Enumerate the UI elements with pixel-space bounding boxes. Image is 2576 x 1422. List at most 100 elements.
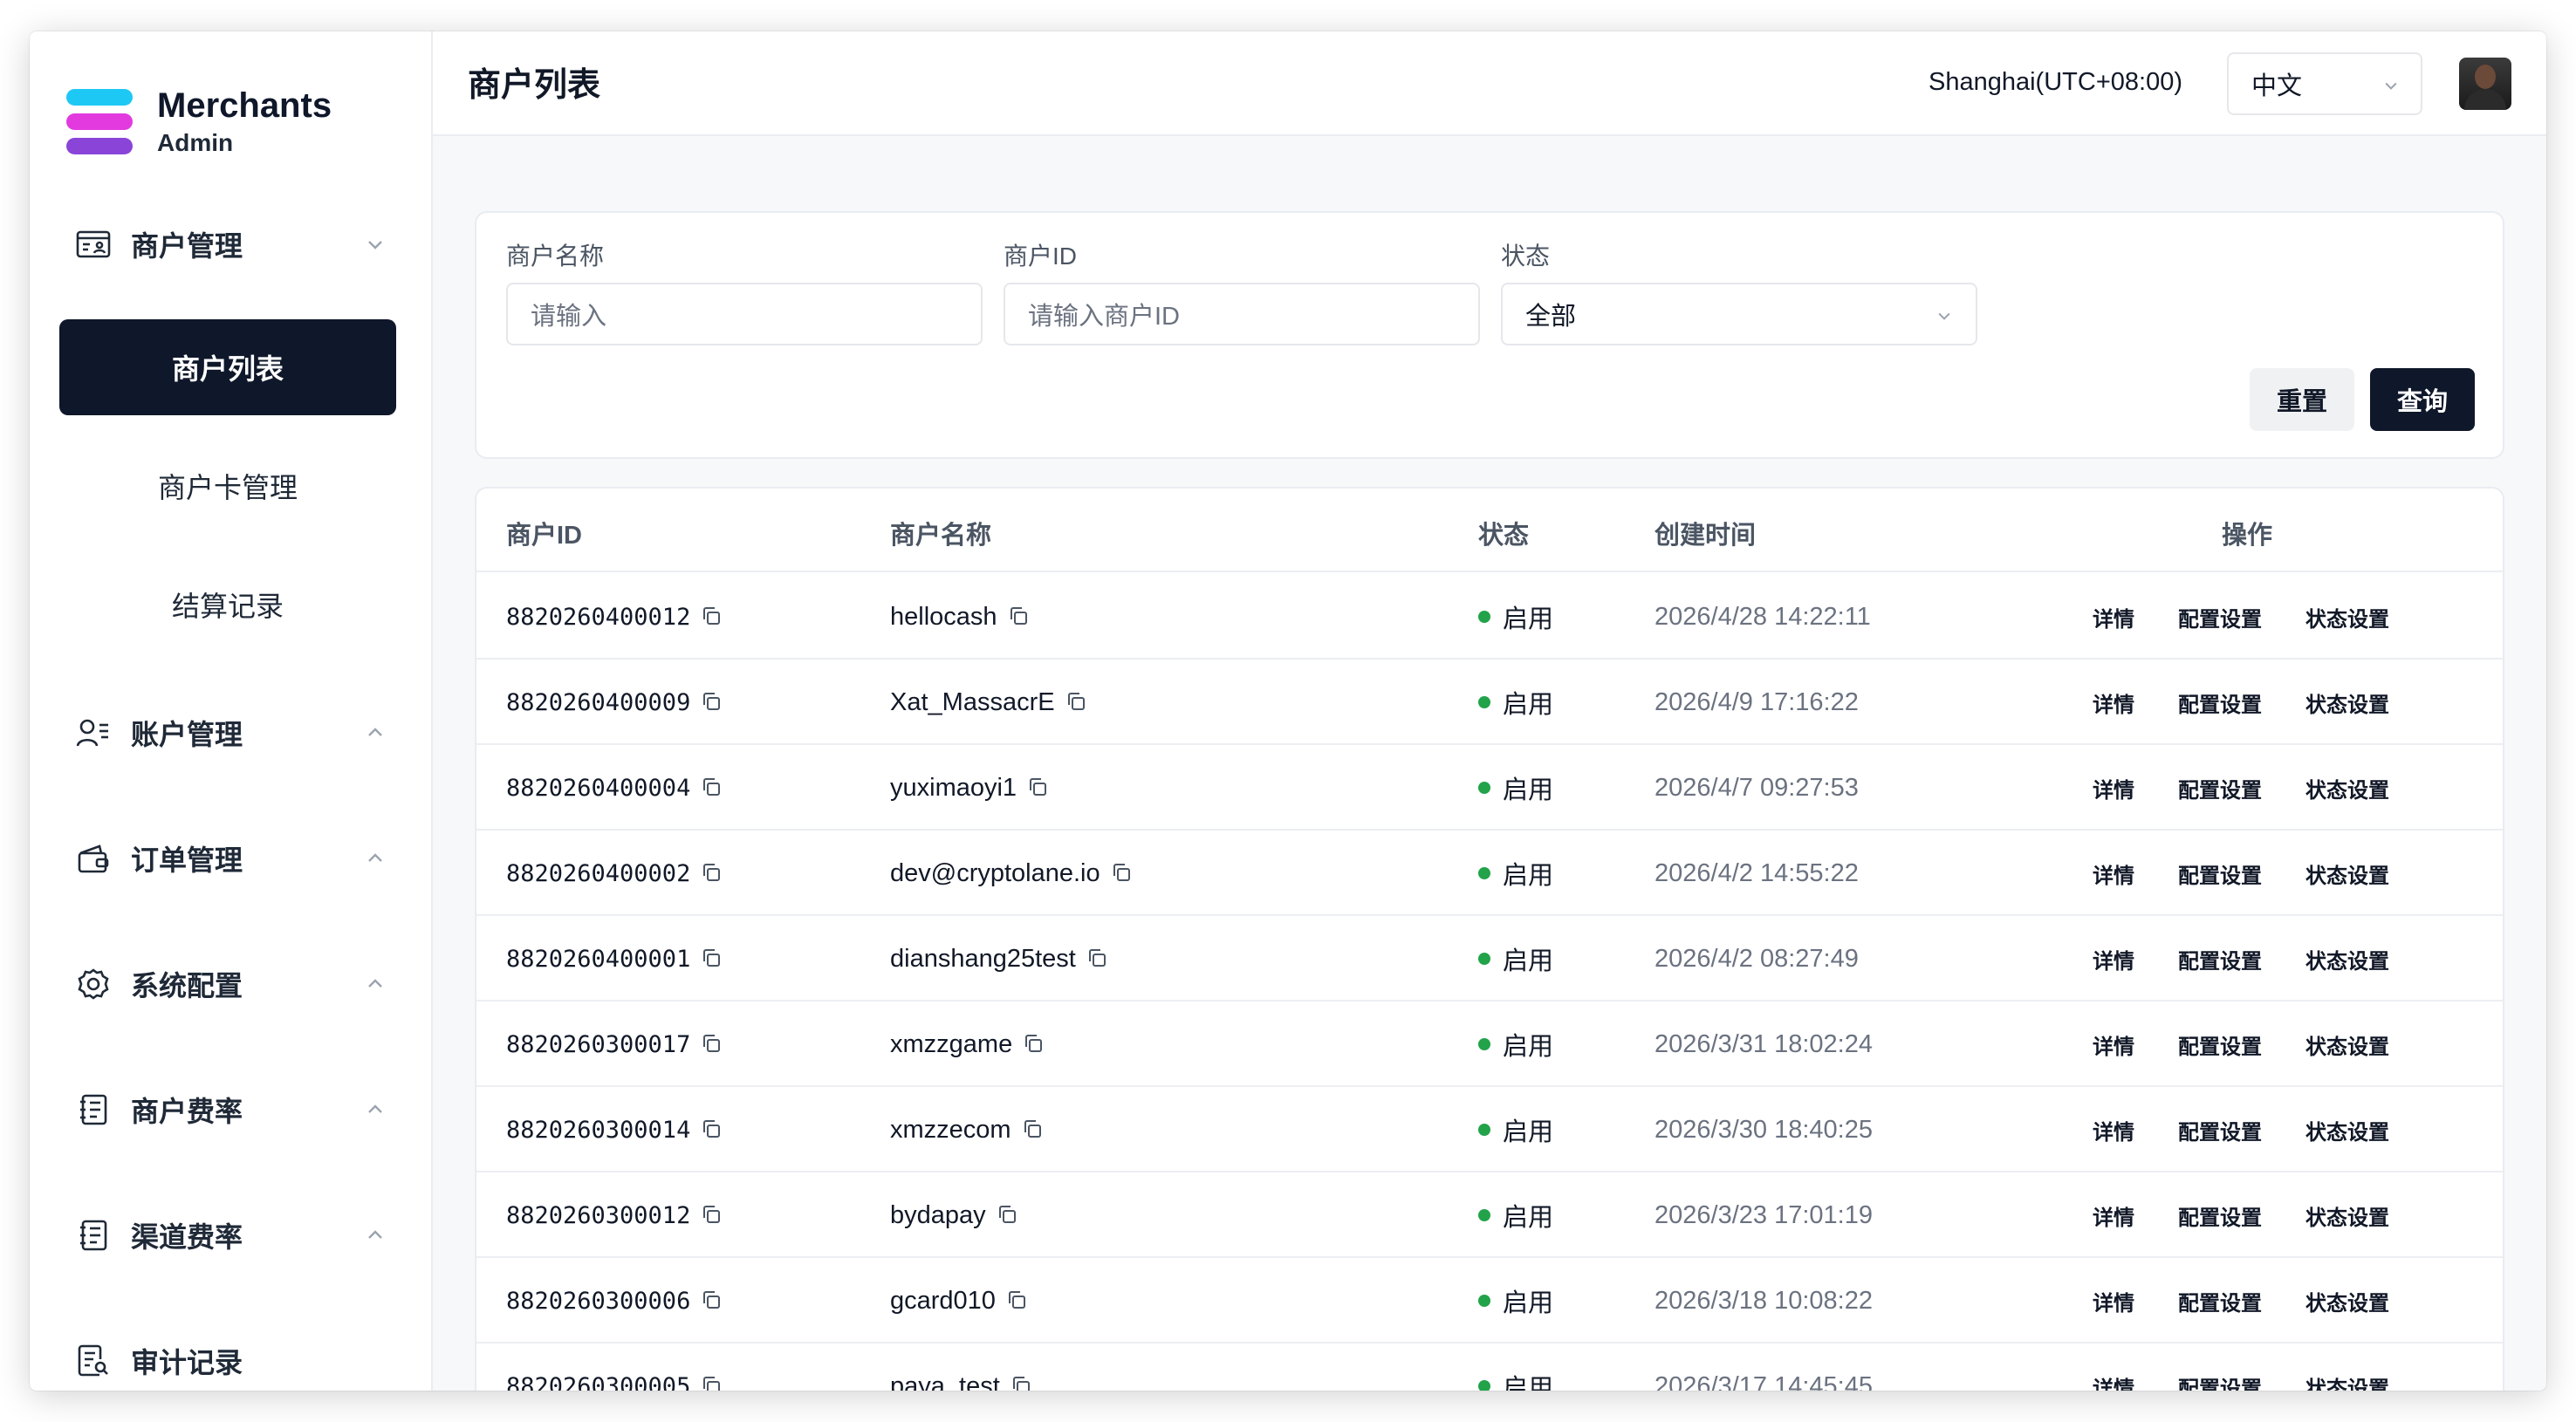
detail-link[interactable]: 详情 [2093, 1258, 2134, 1343]
copy-icon[interactable] [1065, 691, 1088, 714]
status-cell: 启用 [1478, 831, 1553, 916]
status-settings-link[interactable]: 状态设置 [2305, 574, 2389, 660]
table-row: 8820260300014 xmzzecom 启用 2026/3/30 18:40:2… [476, 1087, 2503, 1172]
sidebar-group-system[interactable]: 系统配置 [75, 958, 407, 1010]
merchant-id-input[interactable]: 请输入商户ID [1004, 283, 1480, 345]
ledger-icon [75, 1217, 112, 1254]
column-header-name: 商户名称 [890, 522, 992, 550]
detail-link[interactable]: 详情 [2093, 831, 2134, 916]
copy-icon[interactable] [701, 1204, 723, 1227]
copy-icon[interactable] [1008, 605, 1031, 628]
sidebar-group-merchant[interactable]: 商户管理 [75, 218, 407, 270]
copy-icon[interactable] [701, 862, 723, 885]
avatar[interactable] [2459, 58, 2511, 110]
created-time-cell: 2026/3/30 18:40:25 [1655, 1115, 1873, 1144]
status-settings-link[interactable]: 状态设置 [2305, 1343, 2389, 1391]
merchant-name-cell: yuximaoyi1 [890, 745, 1050, 831]
detail-link[interactable]: 详情 [2093, 745, 2134, 831]
merchant-name-cell: Xat_MassacrE [890, 660, 1088, 745]
merchant-id-value: 8820260300017 [506, 1030, 691, 1058]
copy-icon[interactable] [1027, 776, 1050, 799]
config-settings-link[interactable]: 配置设置 [2178, 1258, 2262, 1343]
copy-icon[interactable] [997, 1204, 1019, 1227]
detail-link[interactable]: 详情 [2093, 1087, 2134, 1172]
copy-icon[interactable] [701, 1375, 723, 1391]
copy-icon[interactable] [701, 605, 723, 628]
sidebar-item-settlement[interactable]: 结算记录 [59, 557, 396, 653]
table-row: 8820260300006 gcard010 启用 2026/3/18 10:08:2… [476, 1258, 2503, 1343]
status-cell: 启用 [1478, 1172, 1553, 1258]
merchant-id-value: 8820260400004 [506, 774, 691, 802]
status-settings-link[interactable]: 状态设置 [2305, 745, 2389, 831]
status-dot [1478, 1380, 1490, 1391]
merchant-name-value: yuximaoyi1 [890, 773, 1017, 802]
sidebar-group-account[interactable]: 账户管理 [75, 707, 407, 759]
copy-icon[interactable] [1006, 1289, 1029, 1312]
brand[interactable]: Merchants Admin [66, 85, 332, 159]
status-settings-link[interactable]: 状态设置 [2305, 916, 2389, 1002]
created-time-cell: 2026/3/18 10:08:22 [1655, 1286, 1873, 1315]
merchant-name-cell: bydapay [890, 1172, 1019, 1258]
config-settings-link[interactable]: 配置设置 [2178, 1343, 2262, 1391]
sidebar-group-audit[interactable]: 审计记录 [75, 1335, 407, 1387]
table-row: 8820260400001 dianshang25test 启用 2026/4/2 0… [476, 916, 2503, 1002]
copy-icon[interactable] [701, 691, 723, 714]
timezone-label[interactable]: Shanghai(UTC+08:00) [1929, 68, 2182, 97]
config-settings-link[interactable]: 配置设置 [2178, 1002, 2262, 1087]
config-settings-link[interactable]: 配置设置 [2178, 1087, 2262, 1172]
copy-icon[interactable] [1023, 1033, 1045, 1056]
status-settings-link[interactable]: 状态设置 [2305, 1002, 2389, 1087]
config-settings-link[interactable]: 配置设置 [2178, 1172, 2262, 1258]
status-settings-link[interactable]: 状态设置 [2305, 1172, 2389, 1258]
copy-icon[interactable] [1011, 1375, 1033, 1391]
status-cell: 启用 [1478, 574, 1553, 660]
merchant-name-value: bydapay [890, 1200, 986, 1229]
merchant-name-input[interactable]: 请输入 [506, 283, 983, 345]
status-value: 启用 [1503, 1289, 1554, 1317]
status-select-value: 全部 [1525, 303, 1577, 331]
table-row: 8820260400009 Xat_MassacrE 启用 2026/4/9 17:1… [476, 660, 2503, 745]
query-button[interactable]: 查询 [2370, 368, 2475, 431]
config-settings-link[interactable]: 配置设置 [2178, 574, 2262, 660]
merchant-id-cell: 8820260400001 [506, 916, 723, 1002]
table-row: 8820260300017 xmzzgame 启用 2026/3/31 18:02:2… [476, 1002, 2503, 1087]
language-select[interactable]: 中文 [2227, 52, 2422, 115]
copy-icon[interactable] [701, 1289, 723, 1312]
config-settings-link[interactable]: 配置设置 [2178, 660, 2262, 745]
copy-icon[interactable] [701, 1118, 723, 1141]
status-dot [1478, 953, 1490, 965]
sidebar-group-label: 渠道费率 [131, 1221, 243, 1253]
status-settings-link[interactable]: 状态设置 [2305, 1087, 2389, 1172]
status-settings-link[interactable]: 状态设置 [2305, 1258, 2389, 1343]
status-value: 启用 [1503, 947, 1554, 975]
copy-icon[interactable] [1022, 1118, 1045, 1141]
config-settings-link[interactable]: 配置设置 [2178, 745, 2262, 831]
status-settings-link[interactable]: 状态设置 [2305, 831, 2389, 916]
sidebar-group-merchant-rate[interactable]: 商户费率 [75, 1084, 407, 1136]
detail-link[interactable]: 详情 [2093, 1343, 2134, 1391]
sidebar-item-merchant-card[interactable]: 商户卡管理 [59, 438, 396, 534]
detail-link[interactable]: 详情 [2093, 1002, 2134, 1087]
audit-doc-icon [75, 1343, 112, 1379]
copy-icon[interactable] [701, 776, 723, 799]
config-settings-link[interactable]: 配置设置 [2178, 831, 2262, 916]
chevron-down-icon [1938, 312, 1950, 320]
copy-icon[interactable] [701, 1033, 723, 1056]
copy-icon[interactable] [1111, 862, 1134, 885]
detail-link[interactable]: 详情 [2093, 916, 2134, 1002]
status-select[interactable]: 全部 [1501, 283, 1977, 345]
status-settings-link[interactable]: 状态设置 [2305, 660, 2389, 745]
config-settings-link[interactable]: 配置设置 [2178, 916, 2262, 1002]
merchant-name-label: 商户名称 [506, 243, 605, 270]
sidebar-group-channel-rate[interactable]: 渠道费率 [75, 1209, 407, 1261]
merchant-name-cell: paya_test [890, 1343, 1033, 1391]
sidebar-group-orders[interactable]: 订单管理 [75, 832, 407, 885]
copy-icon[interactable] [1086, 947, 1109, 970]
detail-link[interactable]: 详情 [2093, 574, 2134, 660]
sidebar-item-merchant-list[interactable]: 商户列表 [59, 319, 396, 415]
reset-button[interactable]: 重置 [2250, 368, 2354, 431]
table-row: 8820260300005 paya_test 启用 2026/3/17 14:45:… [476, 1343, 2503, 1391]
copy-icon[interactable] [701, 947, 723, 970]
detail-link[interactable]: 详情 [2093, 660, 2134, 745]
detail-link[interactable]: 详情 [2093, 1172, 2134, 1258]
